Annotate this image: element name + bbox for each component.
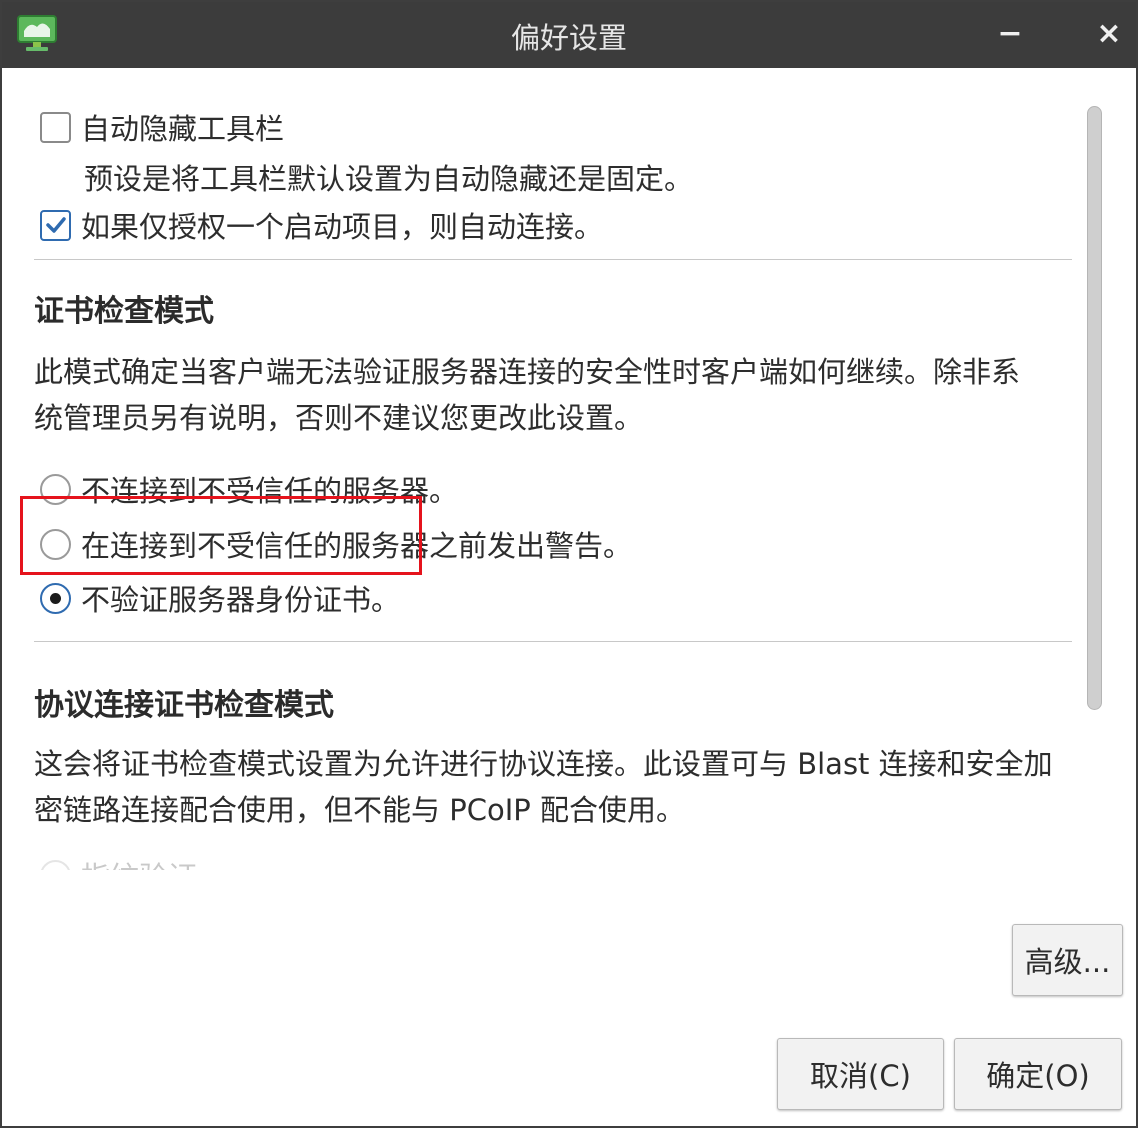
- preferences-scroll-area: 自动隐藏工具栏 预设是将工具栏默认设置为自动隐藏还是固定。 如果仅授权一个启动项…: [4, 68, 1076, 870]
- auto-connect-checkbox[interactable]: [40, 209, 71, 241]
- radio-button[interactable]: [40, 859, 71, 870]
- scrollbar-thumb[interactable]: [1087, 106, 1102, 710]
- protocol-cert-mode-title: 协议连接证书检查模式: [34, 688, 334, 723]
- auto-hide-toolbar-option[interactable]: 自动隐藏工具栏: [40, 106, 284, 148]
- cert-option-no-verify[interactable]: 不验证服务器身份证书。: [40, 577, 400, 619]
- auto-connect-option[interactable]: 如果仅授权一个启动项目，则自动连接。: [40, 204, 603, 246]
- divider: [34, 641, 1072, 642]
- cert-mode-description-line: 此模式确定当客户端无法验证服务器连接的安全性时客户端如何继续。除非系: [34, 355, 1021, 389]
- cert-mode-description-line: 统管理员另有说明，否则不建议您更改此设置。: [34, 401, 644, 435]
- protocol-option-partial[interactable]: 指纹验证: [40, 854, 197, 870]
- auto-hide-toolbar-label: 自动隐藏工具栏: [81, 112, 285, 146]
- auto-connect-label: 如果仅授权一个启动项目，则自动连接。: [81, 210, 604, 244]
- preferences-window: 偏好设置 − × 自动隐藏工具栏 预设是将工具栏默认设置为自动隐藏还是固定。 如…: [0, 0, 1138, 1128]
- checkmark-icon: [45, 217, 66, 233]
- close-button[interactable]: ×: [1089, 14, 1129, 54]
- cancel-button[interactable]: 取消(C): [777, 1038, 944, 1110]
- advanced-button[interactable]: 高级...: [1012, 924, 1123, 996]
- protocol-option-label: 指纹验证: [81, 854, 197, 870]
- ok-button[interactable]: 确定(O): [954, 1038, 1122, 1110]
- cert-option-label: 不验证服务器身份证书。: [81, 583, 401, 617]
- protocol-description-line: 密链路连接配合使用，但不能与 PCoIP 配合使用。: [34, 793, 685, 827]
- cert-mode-title: 证书检查模式: [34, 294, 214, 329]
- highlight-box: [20, 496, 422, 575]
- protocol-cert-mode-description: 这会将证书检查模式设置为允许进行协议连接。此设置可与 Blast 连接和安全加 …: [34, 741, 1074, 833]
- auto-hide-toolbar-checkbox[interactable]: [40, 111, 71, 143]
- minimize-button[interactable]: −: [990, 14, 1030, 54]
- cert-mode-description: 此模式确定当客户端无法验证服务器连接的安全性时客户端如何继续。除非系 统管理员另…: [34, 349, 1074, 441]
- title-bar[interactable]: 偏好设置 − ×: [2, 2, 1136, 68]
- protocol-description-line: 这会将证书检查模式设置为允许进行协议连接。此设置可与 Blast 连接和安全加: [34, 747, 1053, 781]
- radio-dot: [50, 592, 61, 604]
- radio-button-selected[interactable]: [40, 582, 71, 614]
- auto-hide-toolbar-description: 预设是将工具栏默认设置为自动隐藏还是固定。: [84, 162, 694, 196]
- window-title: 偏好设置: [510, 21, 627, 55]
- divider: [34, 259, 1072, 260]
